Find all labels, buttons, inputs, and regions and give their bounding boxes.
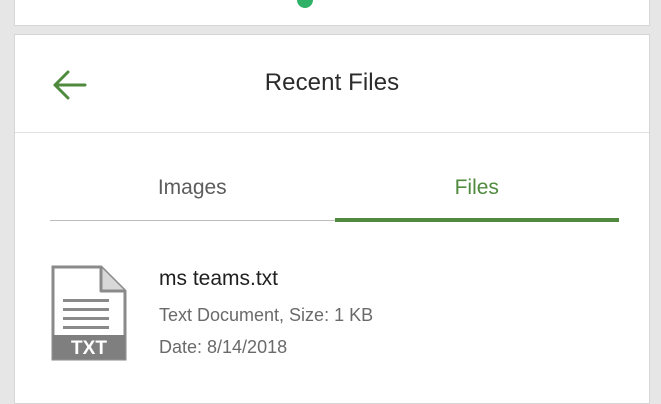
tab-files[interactable]: Files — [334, 169, 619, 222]
recent-files-panel: Recent Files Images Files TXT ms teams.t… — [14, 34, 650, 404]
file-type-size: Text Document, Size: 1 KB — [159, 305, 374, 325]
header: Recent Files — [15, 35, 649, 133]
file-list-item[interactable]: TXT ms teams.txt Text Document, Size: 1 … — [51, 261, 611, 373]
file-date: Date: 8/14/2018 — [159, 337, 288, 357]
tab-files-label: Files — [454, 176, 499, 199]
top-card — [14, 0, 650, 26]
tab-bar: Images Files — [50, 169, 619, 222]
page-title: Recent Files — [264, 69, 400, 96]
active-tab-indicator — [334, 218, 619, 222]
tab-images[interactable]: Images — [50, 169, 335, 221]
txt-file-icon: TXT — [51, 265, 127, 361]
file-name: ms teams.txt — [159, 267, 279, 290]
status-indicator — [297, 0, 313, 8]
file-icon-label: TXT — [71, 338, 107, 359]
